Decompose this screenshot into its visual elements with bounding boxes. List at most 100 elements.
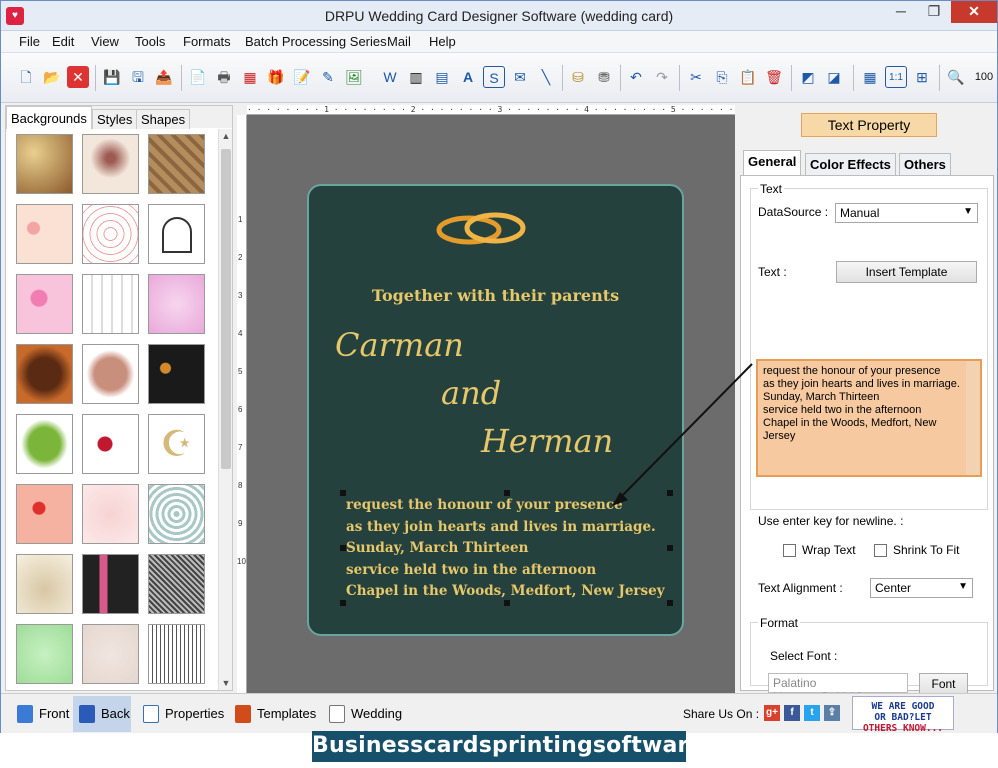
- image-icon[interactable]: 🖼: [343, 66, 365, 88]
- gift-icon[interactable]: 🎁: [265, 66, 287, 88]
- resize-handle[interactable]: [504, 490, 510, 496]
- tab-backgrounds[interactable]: Backgrounds: [6, 106, 92, 129]
- background-thumb[interactable]: [16, 344, 73, 404]
- resize-handle[interactable]: [667, 600, 673, 606]
- menu-file[interactable]: File: [19, 34, 40, 49]
- background-thumb[interactable]: [16, 484, 73, 544]
- background-thumb[interactable]: [148, 554, 205, 614]
- wordart-icon[interactable]: W: [379, 66, 401, 88]
- open-folder-icon[interactable]: 📂: [41, 66, 63, 88]
- save-as-icon[interactable]: 🖫: [127, 66, 149, 88]
- database-alt-icon[interactable]: ⛃: [593, 66, 615, 88]
- tab-others[interactable]: Others: [899, 153, 951, 175]
- background-thumb[interactable]: [148, 134, 205, 194]
- background-thumb[interactable]: [148, 344, 205, 404]
- resize-handle[interactable]: [340, 600, 346, 606]
- print-preview-icon[interactable]: ▦: [239, 66, 261, 88]
- copy-icon[interactable]: ⎘: [711, 66, 733, 88]
- tab-styles[interactable]: Styles: [92, 109, 138, 129]
- background-thumb[interactable]: [16, 204, 73, 264]
- properties-button[interactable]: Properties: [137, 696, 224, 732]
- library-icon[interactable]: ▤: [431, 66, 453, 88]
- font-button[interactable]: Font: [919, 673, 968, 695]
- background-thumb[interactable]: [16, 274, 73, 334]
- actual-size-icon[interactable]: 1:1: [885, 66, 907, 88]
- delete-icon[interactable]: 🗑: [763, 66, 785, 88]
- card-name-2[interactable]: Herman: [481, 422, 613, 460]
- alignment-select[interactable]: Center ▼: [870, 578, 973, 598]
- grid-icon[interactable]: ▦: [859, 66, 881, 88]
- database-icon[interactable]: ⛁: [567, 66, 589, 88]
- twitter-icon[interactable]: t: [804, 705, 820, 721]
- background-thumb[interactable]: [16, 554, 73, 614]
- close-button[interactable]: ✕: [951, 1, 997, 23]
- templates-button[interactable]: Templates: [229, 696, 316, 732]
- resize-handle[interactable]: [340, 490, 346, 496]
- resize-handle[interactable]: [340, 545, 346, 551]
- menu-tools[interactable]: Tools: [135, 34, 165, 49]
- menu-help[interactable]: Help: [429, 34, 456, 49]
- wedding-details-button[interactable]: Wedding Details: [323, 696, 445, 757]
- font-field[interactable]: Palatino Linotype,Bold,12: [768, 673, 908, 704]
- zoom-level[interactable]: 100: [971, 66, 997, 88]
- background-thumb[interactable]: [148, 484, 205, 544]
- background-thumb[interactable]: [82, 624, 139, 684]
- tab-shapes[interactable]: Shapes: [136, 109, 191, 129]
- paste-icon[interactable]: 📋: [737, 66, 759, 88]
- tab-color-effects[interactable]: Color Effects: [805, 153, 896, 175]
- menu-view[interactable]: View: [91, 34, 119, 49]
- scroll-thumb[interactable]: [221, 149, 231, 469]
- menu-formats[interactable]: Formats: [183, 34, 231, 49]
- back-button[interactable]: Back: [73, 696, 131, 732]
- rings-icon[interactable]: [433, 208, 533, 252]
- datasource-select[interactable]: Manual ▼: [835, 203, 978, 223]
- cut-icon[interactable]: ✂: [685, 66, 707, 88]
- left-scrollbar[interactable]: ▲ ▼: [218, 129, 232, 690]
- pen-icon[interactable]: ✎: [317, 66, 339, 88]
- menu-batch-processing[interactable]: Batch Processing Series: [245, 34, 387, 49]
- print-icon[interactable]: 🖶: [213, 66, 235, 88]
- minimize-button[interactable]: ─: [886, 1, 916, 23]
- text-icon[interactable]: A: [457, 66, 479, 88]
- new-file-icon[interactable]: 🗋: [15, 66, 37, 88]
- barcode-icon[interactable]: ▥: [405, 66, 427, 88]
- resize-handle[interactable]: [667, 545, 673, 551]
- card-body-text[interactable]: request the honour of your presence as t…: [346, 495, 665, 603]
- shrink-to-fit-checkbox[interactable]: [874, 544, 887, 557]
- background-thumb[interactable]: [82, 274, 139, 334]
- background-thumb[interactable]: [148, 624, 205, 684]
- maximize-button[interactable]: ❐: [919, 1, 949, 23]
- mail-icon[interactable]: ✉: [509, 66, 531, 88]
- signature-icon[interactable]: S: [483, 66, 505, 88]
- background-thumb[interactable]: [82, 414, 139, 474]
- menu-edit[interactable]: Edit: [52, 34, 74, 49]
- card-heading[interactable]: Together with their parents: [309, 286, 682, 305]
- page-setup-icon[interactable]: 📄: [187, 66, 209, 88]
- scroll-down-icon[interactable]: ▼: [219, 676, 233, 690]
- background-thumb[interactable]: [82, 204, 139, 264]
- insert-template-button[interactable]: Insert Template: [836, 261, 977, 283]
- bring-front-icon[interactable]: ◩: [797, 66, 819, 88]
- resize-handle[interactable]: [504, 600, 510, 606]
- background-thumb[interactable]: [82, 484, 139, 544]
- background-thumb[interactable]: [16, 624, 73, 684]
- line-icon[interactable]: ╲: [535, 66, 557, 88]
- fit-window-icon[interactable]: ⊞: [911, 66, 933, 88]
- background-thumb[interactable]: [16, 414, 73, 474]
- undo-icon[interactable]: ↶: [625, 66, 647, 88]
- text-input[interactable]: request the honour of your presence as t…: [756, 359, 982, 477]
- facebook-icon[interactable]: f: [784, 705, 800, 721]
- export-icon[interactable]: 📤: [153, 66, 175, 88]
- document-icon[interactable]: 📝: [291, 66, 313, 88]
- text-property-header[interactable]: Text Property: [801, 113, 937, 137]
- textarea-scrollbar[interactable]: [966, 361, 980, 475]
- background-thumb[interactable]: [148, 204, 205, 264]
- zoom-icon[interactable]: 🔍: [945, 66, 967, 88]
- background-thumb[interactable]: ☪: [148, 414, 205, 474]
- background-thumb[interactable]: [16, 134, 73, 194]
- send-back-icon[interactable]: ◪: [823, 66, 845, 88]
- close-doc-icon[interactable]: ✕: [67, 66, 89, 88]
- share-icon[interactable]: ⇪: [824, 705, 840, 721]
- background-thumb[interactable]: [82, 554, 139, 614]
- scroll-up-icon[interactable]: ▲: [219, 129, 233, 143]
